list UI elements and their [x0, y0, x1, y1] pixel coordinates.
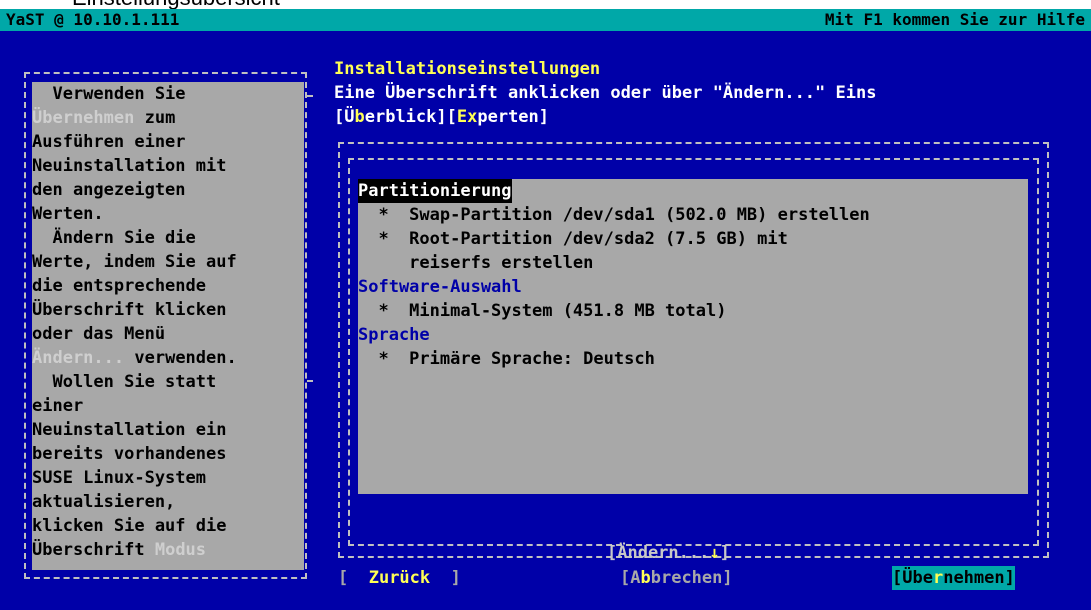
- tab-expert[interactable]: [Experten]: [447, 107, 549, 127]
- list-item: * Swap-Partition /dev/sda1 (502.0 MB) er…: [358, 205, 870, 225]
- settings-overview[interactable]: Partitionierung * Swap-Partition /dev/sd…: [358, 179, 1028, 494]
- list-item: * Primäre Sprache: Deutsch: [358, 349, 655, 369]
- help-line: Übernehmen zum: [32, 108, 176, 128]
- help-line: oder das Menü: [32, 324, 166, 344]
- window-caption: Einstellungsübersicht: [0, 0, 1091, 9]
- page-title: Installationseinstellungen: [334, 59, 601, 79]
- chevron-down-icon: ↓: [709, 543, 720, 563]
- help-line: Wollen Sie statt: [32, 372, 217, 392]
- help-line: SUSE Linux-System: [32, 468, 206, 488]
- list-item: * Root-Partition /dev/sda2 (7.5 GB) mit: [358, 229, 788, 249]
- frame-tick: [307, 380, 313, 382]
- help-line: aktualisieren,: [32, 492, 176, 512]
- tab-overview[interactable]: [Überblick]: [334, 107, 447, 127]
- caption-text: Einstellungsübersicht: [72, 0, 280, 9]
- help-hint: Mit F1 kommen Sie zur Hilfe: [824, 10, 1085, 29]
- accept-button[interactable]: [Übernehmen]: [892, 566, 1015, 590]
- abort-button[interactable]: [Abbrechen]: [620, 566, 733, 590]
- help-keyword: Ändern...: [32, 348, 125, 368]
- help-line: die entsprechende: [32, 276, 206, 296]
- list-item: reiserfs erstellen: [358, 253, 594, 273]
- help-text-panel[interactable]: Verwenden Sie Übernehmen zum Ausführen e…: [32, 82, 304, 570]
- help-line: Werte, indem Sie auf: [32, 252, 237, 272]
- back-button[interactable]: [ Zurück ]: [338, 566, 461, 590]
- help-line: Überschrift klicken: [32, 300, 227, 320]
- help-keyword: Modus: [154, 540, 207, 560]
- list-item: * Minimal-System (451.8 MB total): [358, 301, 727, 321]
- help-line: Werten.: [32, 204, 104, 224]
- help-line: einer: [32, 396, 84, 416]
- host-title: YaST @ 10.10.1.111: [6, 10, 180, 29]
- help-line: klicken Sie auf die: [32, 516, 227, 536]
- help-line: bereits vorhandenes: [32, 444, 227, 464]
- section-software[interactable]: Software-Auswahl: [358, 275, 522, 299]
- help-line: Ändern Sie die: [32, 228, 196, 248]
- help-line: Ausführen einer: [32, 132, 186, 152]
- change-menu-button[interactable]: [Ändern...↓]: [607, 541, 730, 565]
- section-partitioning[interactable]: Partitionierung: [358, 179, 512, 203]
- frame-tick: [307, 95, 313, 97]
- help-line: Ändern... verwenden.: [32, 348, 237, 368]
- view-tabs: [Überblick][Experten]: [334, 105, 549, 129]
- title-bar: YaST @ 10.10.1.111 Mit F1 kommen Sie zur…: [0, 9, 1091, 31]
- help-line: Neuinstallation ein: [32, 420, 227, 440]
- section-language[interactable]: Sprache: [358, 323, 430, 347]
- help-line: Verwenden Sie: [32, 84, 186, 104]
- page-subtitle: Eine Überschrift anklicken oder über "Än…: [334, 83, 877, 103]
- help-line: Neuinstallation mit: [32, 156, 227, 176]
- help-keyword: Übernehmen: [32, 108, 135, 128]
- help-line: den angezeigten: [32, 180, 186, 200]
- help-line: Überschrift Modus: [32, 540, 207, 560]
